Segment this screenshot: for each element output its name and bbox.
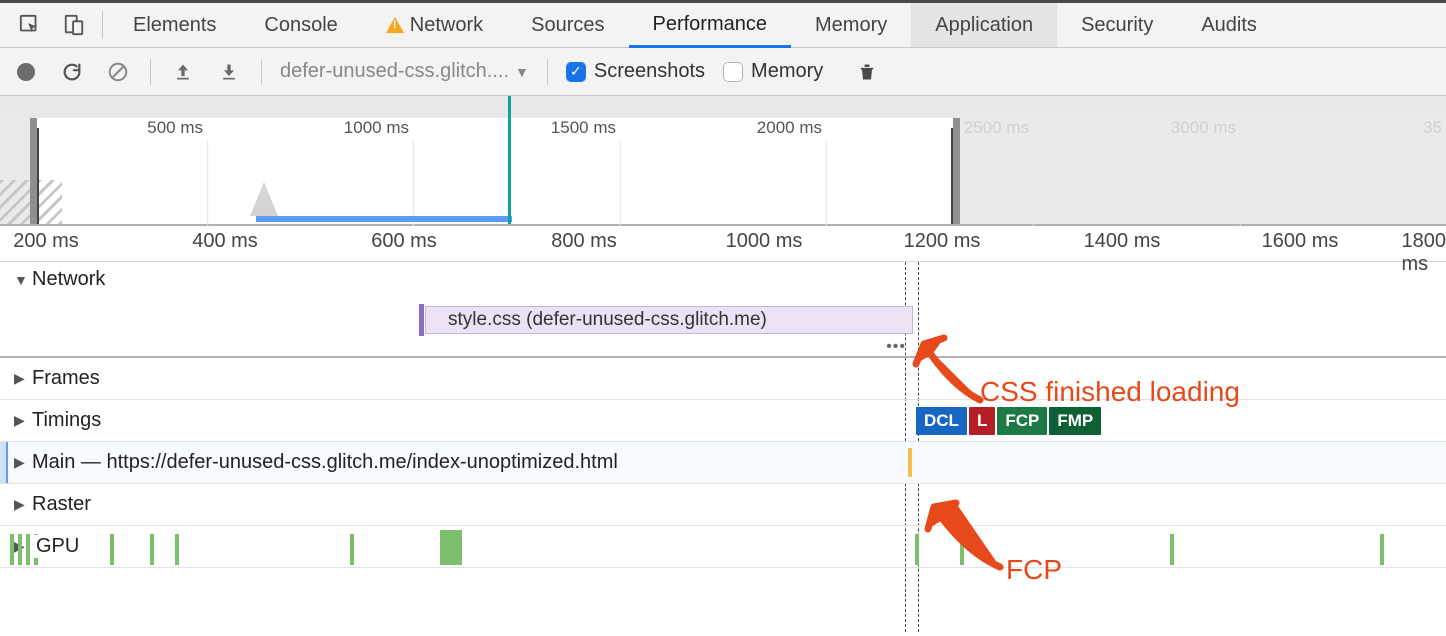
timing-badges: DCL L FCP FMP — [916, 407, 1101, 435]
tab-label: Sources — [531, 14, 604, 37]
tab-application[interactable]: Application — [911, 3, 1057, 47]
tab-label: Audits — [1201, 14, 1257, 37]
selection-gutter — [0, 442, 8, 483]
tab-label: Performance — [653, 13, 768, 36]
tab-sources[interactable]: Sources — [507, 3, 628, 47]
network-request-bar[interactable]: style.css (defer-unused-css.glitch.me) — [425, 306, 913, 334]
overview-network-bar — [256, 216, 512, 222]
network-request-label: style.css (defer-unused-css.glitch.me) — [448, 309, 767, 331]
gpu-activity-icon — [440, 530, 462, 565]
gpu-activity-icon — [110, 534, 114, 565]
resize-handle-icon[interactable]: ••• — [886, 338, 906, 356]
gpu-activity-icon — [960, 534, 964, 565]
tab-label: Network — [410, 14, 483, 37]
overview-marker-line — [508, 96, 511, 224]
ruler-tick: 400 ms — [192, 230, 258, 253]
ruler-tick: 1000 ms — [726, 230, 803, 253]
tab-console[interactable]: Console — [240, 3, 361, 47]
ruler-tick: 1600 ms — [1262, 230, 1339, 253]
track-label: GPU — [32, 535, 83, 558]
flamechart-tracks: ▼ Network style.css (defer-unused-css.gl… — [0, 262, 1446, 568]
reload-button[interactable] — [58, 58, 86, 86]
ruler-tick: 600 ms — [371, 230, 437, 253]
track-gpu[interactable]: ▶ GPU — [0, 526, 1446, 568]
memory-checkbox[interactable]: Memory — [723, 60, 823, 83]
overview-timeline[interactable]: 500 ms 1000 ms 1500 ms 2000 ms 2500 ms 3… — [0, 96, 1446, 226]
recording-selector-label: defer-unused-css.glitch.... — [280, 60, 509, 83]
checkbox-icon: ✓ — [566, 62, 586, 82]
ruler-tick: 800 ms — [551, 230, 617, 253]
device-toggle-icon[interactable] — [52, 3, 96, 47]
cpu-peak-icon — [250, 182, 278, 216]
badge-fcp[interactable]: FCP — [997, 407, 1047, 435]
tab-label: Security — [1081, 14, 1153, 37]
disclosure-triangle-icon[interactable]: ▼ — [14, 272, 26, 288]
divider — [102, 11, 103, 39]
tab-network[interactable]: Network — [362, 3, 507, 47]
track-timings[interactable]: ▶ Timings DCL L FCP FMP — [0, 400, 1446, 442]
gpu-activity-icon — [1170, 534, 1174, 565]
track-label: Raster — [32, 493, 91, 516]
tab-security[interactable]: Security — [1057, 3, 1177, 47]
track-label: Network — [32, 268, 105, 291]
screenshots-checkbox[interactable]: ✓ Screenshots — [566, 60, 705, 83]
checkbox-label: Memory — [751, 60, 823, 83]
gpu-activity-icon — [150, 534, 154, 565]
record-dot-icon — [17, 63, 35, 81]
ruler-tick: 200 ms — [13, 230, 79, 253]
overview-ruler — [0, 96, 1446, 118]
warning-icon — [386, 17, 404, 33]
divider — [547, 59, 548, 85]
checkbox-label: Screenshots — [594, 60, 705, 83]
garbage-collect-button[interactable] — [853, 58, 881, 86]
network-request-queue-icon — [419, 304, 424, 336]
badge-load[interactable]: L — [969, 407, 995, 435]
gpu-activity-icon — [1380, 534, 1384, 565]
tab-label: Console — [264, 14, 337, 37]
clear-button[interactable] — [104, 58, 132, 86]
chevron-down-icon: ▼ — [515, 64, 529, 80]
track-label: Timings — [32, 409, 101, 432]
badge-dcl[interactable]: DCL — [916, 407, 967, 435]
overview-handle-end[interactable] — [953, 118, 960, 224]
ruler-tick: 1400 ms — [1084, 230, 1161, 253]
tab-performance[interactable]: Performance — [629, 4, 792, 48]
disclosure-triangle-icon[interactable]: ▶ — [14, 496, 26, 513]
checkbox-icon — [723, 62, 743, 82]
inspect-element-icon[interactable] — [8, 3, 52, 47]
track-label: Main — https://defer-unused-css.glitch.m… — [32, 451, 618, 474]
tab-label: Application — [935, 14, 1033, 37]
detail-ruler[interactable]: 200 ms 400 ms 600 ms 800 ms 1000 ms 1200… — [0, 226, 1446, 262]
ruler-tick: 1200 ms — [904, 230, 981, 253]
gpu-activity-icon — [915, 534, 919, 565]
upload-button[interactable] — [169, 58, 197, 86]
performance-toolbar: defer-unused-css.glitch.... ▼ ✓ Screensh… — [0, 48, 1446, 96]
track-frames[interactable]: ▶ Frames — [0, 358, 1446, 400]
track-main[interactable]: ▶ Main — https://defer-unused-css.glitch… — [0, 442, 1446, 484]
tab-label: Elements — [133, 14, 216, 37]
tab-memory[interactable]: Memory — [791, 3, 911, 47]
main-task-marker — [908, 448, 912, 477]
tab-audits[interactable]: Audits — [1177, 3, 1281, 47]
recording-selector[interactable]: defer-unused-css.glitch.... ▼ — [280, 60, 529, 83]
track-raster[interactable]: ▶ Raster — [0, 484, 1446, 526]
divider — [150, 59, 151, 85]
disclosure-triangle-icon[interactable]: ▶ — [14, 412, 26, 429]
track-network[interactable]: ▼ Network style.css (defer-unused-css.gl… — [0, 262, 1446, 358]
gpu-activity-icon — [350, 534, 354, 565]
overview-shade-right — [960, 118, 1446, 224]
record-button[interactable] — [12, 58, 40, 86]
disclosure-triangle-icon[interactable]: ▶ — [14, 454, 26, 471]
tab-label: Memory — [815, 14, 887, 37]
divider — [261, 59, 262, 85]
download-button[interactable] — [215, 58, 243, 86]
devtools-tab-bar: Elements Console Network Sources Perform… — [0, 0, 1446, 48]
overview-handle-start[interactable] — [30, 118, 37, 224]
tab-elements[interactable]: Elements — [109, 3, 240, 47]
track-label: Frames — [32, 367, 100, 390]
gpu-activity-icon — [175, 534, 179, 565]
disclosure-triangle-icon[interactable]: ▶ — [14, 370, 26, 387]
badge-fmp[interactable]: FMP — [1049, 407, 1101, 435]
